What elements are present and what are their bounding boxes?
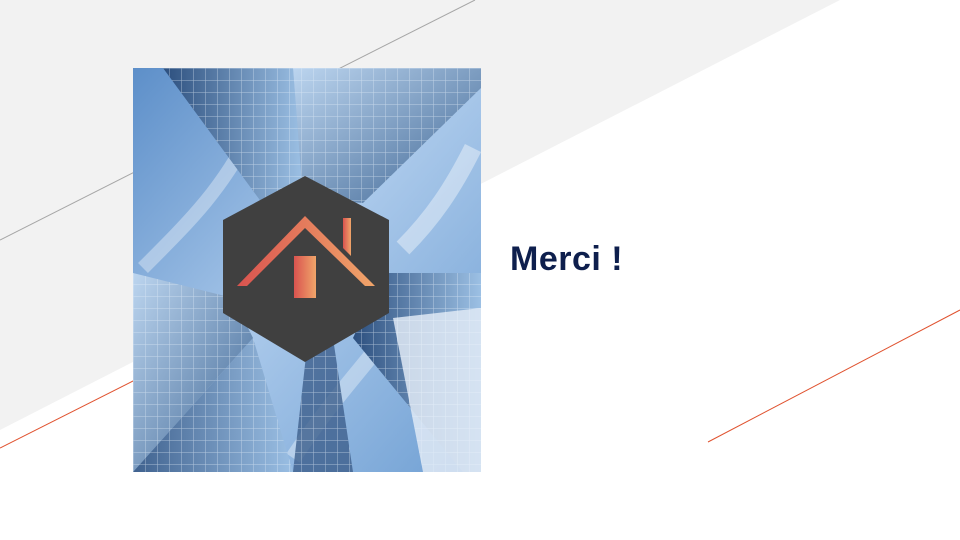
page-title: Merci !: [510, 240, 624, 278]
skyscraper-photo-image: [133, 68, 481, 472]
slide: Merci !: [0, 0, 960, 540]
red-diagonal-line-right: [707, 309, 960, 443]
skyscraper-photo: [133, 68, 481, 472]
